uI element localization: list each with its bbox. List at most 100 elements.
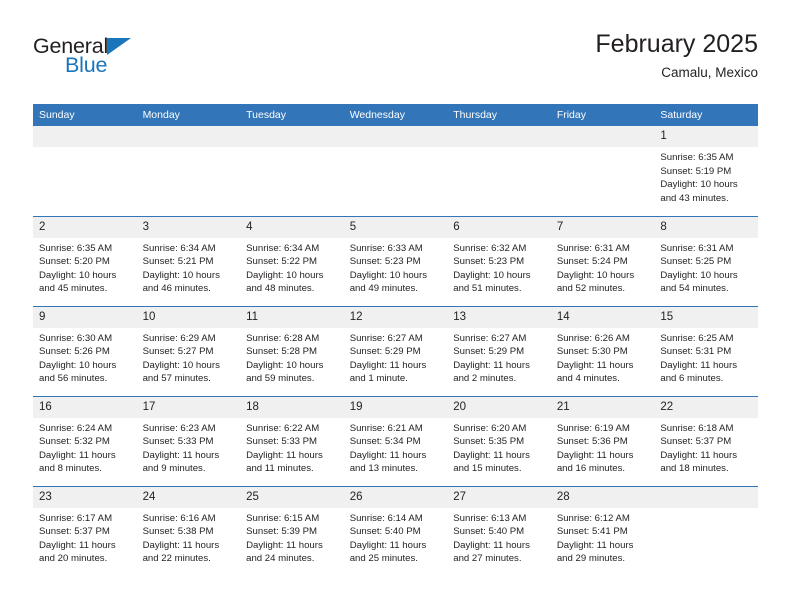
day-number: 13 xyxy=(447,306,551,328)
calendar-day-cell[interactable]: 12 Sunrise: 6:27 AM Sunset: 5:29 PM Dayligh… xyxy=(343,305,448,396)
sunset-text: Sunset: 5:37 PM xyxy=(39,526,110,538)
calendar-day-cell[interactable]: 5 Sunrise: 6:33 AM Sunset: 5:23 PM Daylight… xyxy=(343,215,448,306)
calendar-day-cell[interactable]: 14 Sunrise: 6:26 AM Sunset: 5:30 PM Dayligh… xyxy=(550,305,655,396)
title-block: February 2025 Camalu, Mexico xyxy=(595,30,758,80)
day-number xyxy=(343,126,448,147)
day-number: 20 xyxy=(447,396,551,418)
logo-text-blue: Blue xyxy=(65,52,108,77)
sunrise-text: Sunrise: 6:26 AM xyxy=(556,332,630,344)
daylight-text: Daylight: 11 hours and 4 minutes. xyxy=(556,359,634,385)
sunset-text: Sunset: 5:20 PM xyxy=(39,256,110,268)
day-details: Sunrise: 6:31 AM Sunset: 5:25 PM Daylight:… xyxy=(654,238,758,296)
calendar-day-cell[interactable]: 13 Sunrise: 6:27 AM Sunset: 5:29 PM Dayligh… xyxy=(447,305,551,396)
calendar-page: General Blue February 2025 Camalu, Mexic… xyxy=(0,0,792,612)
calendar-day-cell[interactable]: 23 Sunrise: 6:17 AM Sunset: 5:37 PM Dayligh… xyxy=(33,485,137,576)
daylight-text: Daylight: 11 hours and 6 minutes. xyxy=(660,359,737,385)
day-number: 25 xyxy=(240,486,344,508)
calendar-day-cell[interactable]: 7 Sunrise: 6:31 AM Sunset: 5:24 PM Daylight… xyxy=(550,215,655,306)
calendar-day-cell[interactable]: 24 Sunrise: 6:16 AM Sunset: 5:38 PM Dayligh… xyxy=(136,485,241,576)
calendar-day-cell-empty xyxy=(343,126,448,216)
calendar-day-cell[interactable]: 15 Sunrise: 6:25 AM Sunset: 5:31 PM Dayligh… xyxy=(654,305,758,396)
sunrise-text: Sunrise: 6:21 AM xyxy=(349,422,423,434)
daylight-text: Daylight: 11 hours and 13 minutes. xyxy=(349,449,427,475)
page-header: General Blue February 2025 Camalu, Mexic… xyxy=(33,30,758,98)
calendar-header-row: Sunday Monday Tuesday Wednesday Thursday… xyxy=(33,104,758,126)
sunrise-text: Sunrise: 6:20 AM xyxy=(453,422,527,434)
sunrise-text: Sunrise: 6:34 AM xyxy=(142,242,216,254)
weekday-header-wednesday: Wednesday xyxy=(343,104,448,126)
calendar-day-cell-empty xyxy=(654,485,758,576)
weekday-header-sunday: Sunday xyxy=(33,104,137,126)
daylight-text: Daylight: 11 hours and 25 minutes. xyxy=(349,539,427,565)
calendar-day-cell[interactable]: 22 Sunrise: 6:18 AM Sunset: 5:37 PM Dayligh… xyxy=(654,395,758,486)
day-number: 3 xyxy=(136,216,241,238)
day-details: Sunrise: 6:30 AM Sunset: 5:26 PM Daylight:… xyxy=(33,328,137,386)
calendar-day-cell[interactable]: 10 Sunrise: 6:29 AM Sunset: 5:27 PM Dayligh… xyxy=(136,305,241,396)
calendar-day-cell[interactable]: 28 Sunrise: 6:12 AM Sunset: 5:41 PM Dayligh… xyxy=(550,485,655,576)
calendar-day-cell[interactable]: 25 Sunrise: 6:15 AM Sunset: 5:39 PM Dayligh… xyxy=(240,485,344,576)
day-number: 11 xyxy=(240,306,344,328)
daylight-text: Daylight: 11 hours and 16 minutes. xyxy=(556,449,634,475)
sunrise-text: Sunrise: 6:22 AM xyxy=(246,422,320,434)
day-details: Sunrise: 6:24 AM Sunset: 5:32 PM Daylight:… xyxy=(33,418,137,476)
day-details: Sunrise: 6:31 AM Sunset: 5:24 PM Daylight:… xyxy=(551,238,655,296)
calendar-day-cell[interactable]: 26 Sunrise: 6:14 AM Sunset: 5:40 PM Dayligh… xyxy=(343,485,448,576)
sunrise-text: Sunrise: 6:24 AM xyxy=(39,422,113,434)
day-details: Sunrise: 6:12 AM Sunset: 5:41 PM Daylight:… xyxy=(551,508,655,566)
day-details: Sunrise: 6:35 AM Sunset: 5:19 PM Daylight:… xyxy=(654,147,758,205)
calendar-day-cell[interactable]: 20 Sunrise: 6:20 AM Sunset: 5:35 PM Dayligh… xyxy=(447,395,551,486)
sunrise-text: Sunrise: 6:15 AM xyxy=(246,512,320,524)
weekday-header-friday: Friday xyxy=(550,104,655,126)
calendar-day-cell[interactable]: 9 Sunrise: 6:30 AM Sunset: 5:26 PM Daylight… xyxy=(33,305,137,396)
day-number: 2 xyxy=(33,216,137,238)
calendar-week-row: 9 Sunrise: 6:30 AM Sunset: 5:26 PM Daylight… xyxy=(33,305,758,396)
daylight-text: Daylight: 11 hours and 8 minutes. xyxy=(39,449,116,475)
daylight-text: Daylight: 10 hours and 46 minutes. xyxy=(142,269,220,295)
calendar-day-cell[interactable]: 4 Sunrise: 6:34 AM Sunset: 5:22 PM Daylight… xyxy=(240,215,344,306)
sunrise-text: Sunrise: 6:35 AM xyxy=(660,152,734,163)
day-details: Sunrise: 6:32 AM Sunset: 5:23 PM Daylight:… xyxy=(447,238,551,296)
sunrise-text: Sunrise: 6:14 AM xyxy=(349,512,423,524)
day-details: Sunrise: 6:29 AM Sunset: 5:27 PM Daylight:… xyxy=(137,328,241,386)
calendar-day-cell[interactable]: 17 Sunrise: 6:23 AM Sunset: 5:33 PM Dayligh… xyxy=(136,395,241,486)
sunset-text: Sunset: 5:30 PM xyxy=(556,346,628,358)
day-number xyxy=(240,126,344,147)
general-blue-logo[interactable]: General Blue xyxy=(33,35,163,88)
day-number: 26 xyxy=(343,486,448,508)
day-details: Sunrise: 6:26 AM Sunset: 5:30 PM Daylight:… xyxy=(551,328,655,386)
day-number: 10 xyxy=(136,306,241,328)
sunset-text: Sunset: 5:29 PM xyxy=(349,346,421,358)
calendar-day-cell-empty xyxy=(447,126,551,216)
calendar-day-cell[interactable]: 3 Sunrise: 6:34 AM Sunset: 5:21 PM Daylight… xyxy=(136,215,241,306)
calendar-day-cell[interactable]: 1 Sunrise: 6:35 AM Sunset: 5:19 PM Daylight… xyxy=(654,126,758,216)
sunset-text: Sunset: 5:22 PM xyxy=(246,256,318,268)
calendar-day-cell[interactable]: 27 Sunrise: 6:13 AM Sunset: 5:40 PM Dayligh… xyxy=(447,485,551,576)
sunset-text: Sunset: 5:35 PM xyxy=(453,436,525,448)
sunrise-text: Sunrise: 6:16 AM xyxy=(142,512,216,524)
sunset-text: Sunset: 5:40 PM xyxy=(453,526,525,538)
sunrise-text: Sunrise: 6:33 AM xyxy=(349,242,423,254)
calendar-day-cell[interactable]: 21 Sunrise: 6:19 AM Sunset: 5:36 PM Dayligh… xyxy=(550,395,655,486)
sunset-text: Sunset: 5:24 PM xyxy=(556,256,628,268)
calendar-day-cell[interactable]: 16 Sunrise: 6:24 AM Sunset: 5:32 PM Dayligh… xyxy=(33,395,137,486)
day-number: 19 xyxy=(343,396,448,418)
daylight-text: Daylight: 10 hours and 45 minutes. xyxy=(39,269,117,295)
day-details: Sunrise: 6:33 AM Sunset: 5:23 PM Daylight:… xyxy=(344,238,448,296)
calendar-week-row: 2 Sunrise: 6:35 AM Sunset: 5:20 PM Daylight… xyxy=(33,215,758,306)
sunset-text: Sunset: 5:41 PM xyxy=(556,526,628,538)
calendar-day-cell[interactable]: 18 Sunrise: 6:22 AM Sunset: 5:33 PM Dayligh… xyxy=(240,395,344,486)
triangle-icon xyxy=(107,38,132,55)
calendar-day-cell[interactable]: 11 Sunrise: 6:28 AM Sunset: 5:28 PM Dayligh… xyxy=(240,305,344,396)
calendar-day-cell[interactable]: 8 Sunrise: 6:31 AM Sunset: 5:25 PM Daylight… xyxy=(654,215,758,306)
calendar-day-cell[interactable]: 19 Sunrise: 6:21 AM Sunset: 5:34 PM Dayligh… xyxy=(343,395,448,486)
daylight-text: Daylight: 10 hours and 54 minutes. xyxy=(660,269,738,295)
sunset-text: Sunset: 5:19 PM xyxy=(660,165,732,177)
day-details: Sunrise: 6:34 AM Sunset: 5:21 PM Daylight:… xyxy=(137,238,241,296)
calendar-day-cell[interactable]: 6 Sunrise: 6:32 AM Sunset: 5:23 PM Daylight… xyxy=(447,215,551,306)
calendar-day-cell[interactable]: 2 Sunrise: 6:35 AM Sunset: 5:20 PM Daylight… xyxy=(33,215,137,306)
calendar-week-row: 16 Sunrise: 6:24 AM Sunset: 5:32 PM Dayligh… xyxy=(33,395,758,486)
daylight-text: Daylight: 11 hours and 1 minute. xyxy=(349,359,427,385)
sunset-text: Sunset: 5:39 PM xyxy=(246,526,318,538)
sunset-text: Sunset: 5:28 PM xyxy=(246,346,318,358)
day-details: Sunrise: 6:17 AM Sunset: 5:37 PM Daylight:… xyxy=(33,508,137,566)
